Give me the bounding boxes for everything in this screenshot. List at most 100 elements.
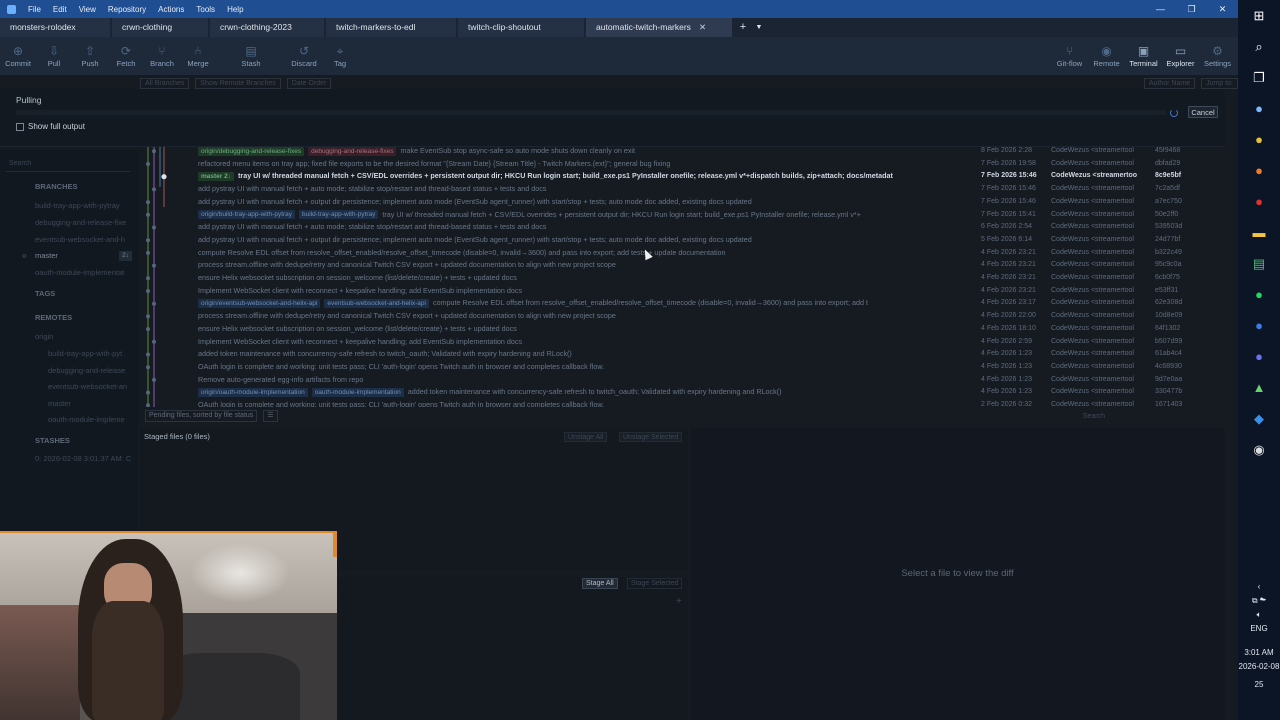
fetch-button[interactable]: ⟳ Fetch xyxy=(108,37,144,75)
tab-monsters-rolodex[interactable]: monsters-rolodex xyxy=(0,18,110,37)
menu-view[interactable]: View xyxy=(73,5,102,14)
branch-filter-select[interactable]: All Branches xyxy=(140,77,190,89)
notepad-icon[interactable]: ▤ xyxy=(1238,248,1280,279)
commit-node[interactable] xyxy=(146,162,150,166)
menu-edit[interactable]: Edit xyxy=(47,5,73,14)
commit-row[interactable]: added token maintenance with concurrency… xyxy=(198,348,1225,361)
language-indicator[interactable]: ENG xyxy=(1238,622,1280,636)
unstage-selected-button[interactable]: Unstage Selected xyxy=(619,432,683,442)
volume-icon[interactable]: 🔈︎ xyxy=(1238,608,1280,622)
branch-label[interactable]: debugging-and-release-fixes xyxy=(308,147,397,156)
commit-node[interactable] xyxy=(152,225,156,230)
commit-row[interactable]: process stream.offline with dedupe/retry… xyxy=(198,310,1225,323)
commit-row[interactable]: master 2↓ tray UI w/ threaded manual fetc… xyxy=(198,170,1225,183)
commit-row[interactable]: process stream.offline with dedupe/retry… xyxy=(198,259,1225,272)
sidebar-branch-oauth-module-implementat[interactable]: oauth-module-implementat xyxy=(0,267,138,279)
commit-node[interactable] xyxy=(146,403,150,407)
commit-row[interactable]: compute Resolve EDL offset from resolve_… xyxy=(198,247,1225,260)
commit-row[interactable]: origin/debugging-and-release-fixes debugg… xyxy=(198,147,1225,158)
new-tab-plus-icon[interactable]: + xyxy=(734,18,752,37)
sort-select[interactable]: Pending files, sorted by file status xyxy=(145,410,258,422)
commit-node[interactable] xyxy=(152,301,156,306)
sidebar-remote-branch[interactable]: master xyxy=(0,398,138,410)
stage-selected-button[interactable]: Stage Selected xyxy=(627,578,683,589)
commit-node[interactable] xyxy=(146,314,150,319)
sidebar-remote-branch[interactable]: eventsub-websocket-an xyxy=(0,381,138,393)
notification-badge[interactable]: 25 xyxy=(1238,678,1280,692)
commit-node[interactable] xyxy=(146,327,150,332)
sidebar-remote-branch[interactable]: build-tray-app-with-pyt xyxy=(0,348,138,360)
sourcetree-icon[interactable]: ▲ xyxy=(1238,372,1280,403)
branch-label[interactable]: origin/build-tray-app-with-pytray xyxy=(198,210,296,220)
commit-row[interactable]: Implement WebSocket client with reconnec… xyxy=(198,285,1225,298)
pull-button[interactable]: ⇩ Pull xyxy=(36,37,72,75)
discard-button[interactable]: ↺ Discard xyxy=(286,37,322,75)
commit-node[interactable] xyxy=(146,289,150,293)
commit-button[interactable]: ⊕ Commit xyxy=(0,37,36,75)
commit-node[interactable] xyxy=(152,263,156,268)
commit-row[interactable]: ensure Helix websocket subscription on s… xyxy=(198,272,1225,285)
maximize-icon[interactable]: ❐ xyxy=(1176,0,1207,18)
branches-header[interactable]: BRANCHES xyxy=(0,181,138,193)
sidebar-remote-branch[interactable]: oauth-module-impleme xyxy=(0,414,138,426)
commit-row[interactable]: origin/oauth-module-implementation oauth-… xyxy=(198,386,1225,399)
tab-crwn-clothing[interactable]: crwn-clothing xyxy=(112,18,208,37)
menu-tools[interactable]: Tools xyxy=(190,5,221,14)
push-button[interactable]: ⇧ Push xyxy=(72,37,108,75)
sidebar-search-input[interactable]: Search xyxy=(6,160,130,172)
stash-item[interactable]: 0: 2026-02-08 3:01:37 AM: C xyxy=(0,453,138,465)
commit-row[interactable]: add pystray UI with manual fetch + outpu… xyxy=(198,196,1225,209)
commit-row[interactable]: refactored menu items on tray app; fixed… xyxy=(198,158,1225,171)
tab-dropdown-icon[interactable]: ▼ xyxy=(752,18,766,37)
order-select[interactable]: Date Order xyxy=(286,77,332,89)
show-remote-branches-toggle[interactable]: Show Remote Branches xyxy=(195,77,281,89)
sidebar-branch-debugging-and-release-fixe[interactable]: debugging-and-release-fixe xyxy=(0,217,138,229)
commit-node[interactable] xyxy=(146,212,150,217)
commit-row[interactable]: Implement WebSocket client with reconnec… xyxy=(198,336,1225,349)
commit-node[interactable] xyxy=(146,250,150,255)
sidebar-branch-master[interactable]: master 2↓ ○ xyxy=(0,250,138,262)
commit-node[interactable] xyxy=(146,352,150,357)
author-filter-select[interactable]: Author Name xyxy=(1143,77,1196,89)
commit-row[interactable]: origin/eventsub-websocket-and-helix-api e… xyxy=(198,297,1225,310)
tab-automatic-twitch-markers[interactable]: automatic-twitch-markers ✕ xyxy=(586,18,732,37)
branch-label[interactable]: origin/oauth-module-implementation xyxy=(198,387,308,397)
minimize-icon[interactable]: — xyxy=(1145,0,1176,18)
branch-button[interactable]: ⑂ Branch xyxy=(144,37,180,75)
commit-node[interactable] xyxy=(152,339,156,344)
commit-node[interactable] xyxy=(146,276,150,281)
maps-icon[interactable]: ● xyxy=(1238,310,1280,341)
terminal-button[interactable]: ▣ Terminal xyxy=(1125,37,1162,75)
sidebar-remote-branch[interactable]: debugging-and-release xyxy=(0,365,138,377)
commit-row[interactable]: OAuth login is complete and working: uni… xyxy=(198,361,1225,374)
commit-node[interactable] xyxy=(146,390,150,395)
menu-help[interactable]: Help xyxy=(221,5,249,14)
commit-node[interactable] xyxy=(161,174,167,180)
copilot-icon[interactable]: ● xyxy=(1238,93,1280,124)
tray-icons[interactable]: ⧉ ☁ xyxy=(1238,594,1280,608)
commit-row[interactable]: OAuth login is complete and working: uni… xyxy=(198,399,1225,407)
stashes-header[interactable]: STASHES xyxy=(0,435,138,447)
close-icon[interactable]: ✕ xyxy=(1207,0,1238,18)
commit-node[interactable] xyxy=(152,187,156,192)
menu-actions[interactable]: Actions xyxy=(152,5,190,14)
commit-row[interactable]: origin/build-tray-app-with-pytray build-t… xyxy=(198,209,1225,222)
spotify-icon[interactable]: ● xyxy=(1238,279,1280,310)
sidebar-branch-eventsub-websocket-and-h[interactable]: eventsub-websocket-and-h xyxy=(0,234,138,246)
merge-button[interactable]: ⑃ Merge xyxy=(180,37,216,75)
sidebar-branch-build-tray-app-with-pytray[interactable]: build-tray-app-with-pytray xyxy=(0,200,138,212)
vscode-icon[interactable]: ◆ xyxy=(1238,403,1280,434)
checkbox-icon[interactable] xyxy=(16,122,24,131)
add-file-icon[interactable]: + xyxy=(676,596,682,607)
settings-button[interactable]: ⚙ Settings xyxy=(1199,37,1236,75)
branch-label[interactable]: master 2↓ xyxy=(198,171,234,181)
branch-label[interactable]: oauth-module-implementation xyxy=(311,387,404,397)
show-full-output-checkbox[interactable]: Show full output xyxy=(16,122,85,131)
remotes-header[interactable]: REMOTES xyxy=(0,312,138,324)
branch-label[interactable]: build-tray-app-with-pytray xyxy=(299,210,379,220)
menu-file[interactable]: File xyxy=(22,5,47,14)
branch-label[interactable]: eventsub-websocket-and-helix-api xyxy=(324,298,429,308)
chrome-icon[interactable]: ● xyxy=(1238,124,1280,155)
commit-row[interactable]: Remove auto-generated egg-info artifacts… xyxy=(198,374,1225,387)
clock-time[interactable]: 3:01 AM xyxy=(1238,646,1280,660)
